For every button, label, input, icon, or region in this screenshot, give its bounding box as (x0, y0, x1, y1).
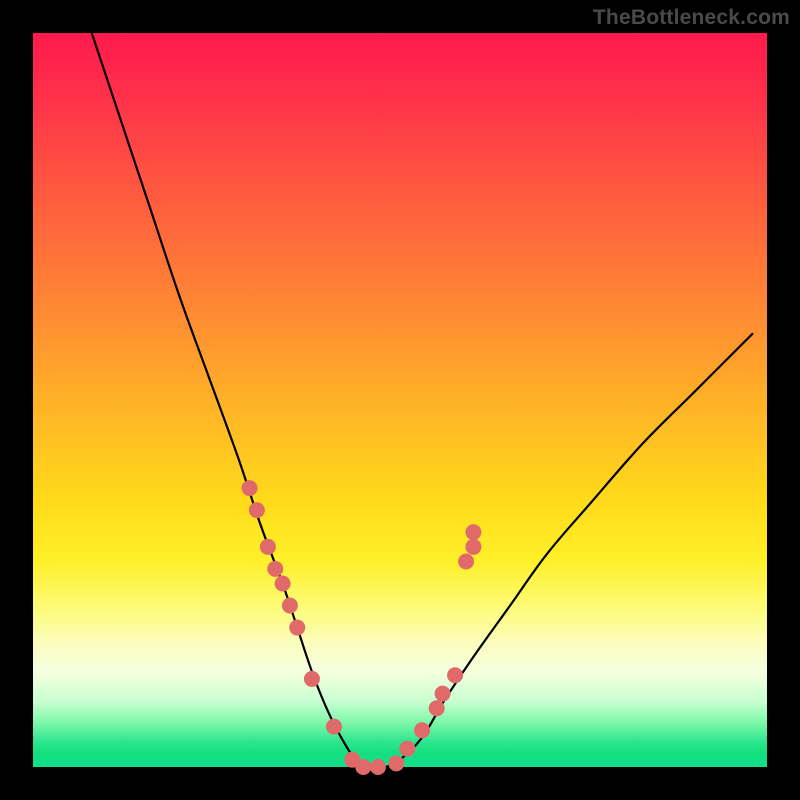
marker-dot (447, 667, 463, 683)
marker-dot (465, 539, 481, 555)
marker-dot (429, 700, 445, 716)
marker-dot (326, 719, 342, 735)
marker-dot (465, 524, 481, 540)
marker-dot (282, 598, 298, 614)
chart-canvas: TheBottleneck.com (0, 0, 800, 800)
marker-dot (458, 553, 474, 569)
marker-dot (355, 759, 371, 775)
curve-svg (33, 33, 767, 767)
marker-dot (267, 561, 283, 577)
marker-dot (399, 741, 415, 757)
marker-dots (242, 480, 482, 775)
marker-dot (289, 620, 305, 636)
marker-dot (370, 759, 386, 775)
marker-dot (242, 480, 258, 496)
marker-dot (260, 539, 276, 555)
plot-area (33, 33, 767, 767)
marker-dot (304, 671, 320, 687)
marker-dot (388, 755, 404, 771)
marker-dot (249, 502, 265, 518)
marker-dot (435, 686, 451, 702)
marker-dot (414, 722, 430, 738)
marker-dot (275, 576, 291, 592)
watermark-text: TheBottleneck.com (593, 6, 790, 30)
bottleneck-curve (92, 33, 753, 768)
